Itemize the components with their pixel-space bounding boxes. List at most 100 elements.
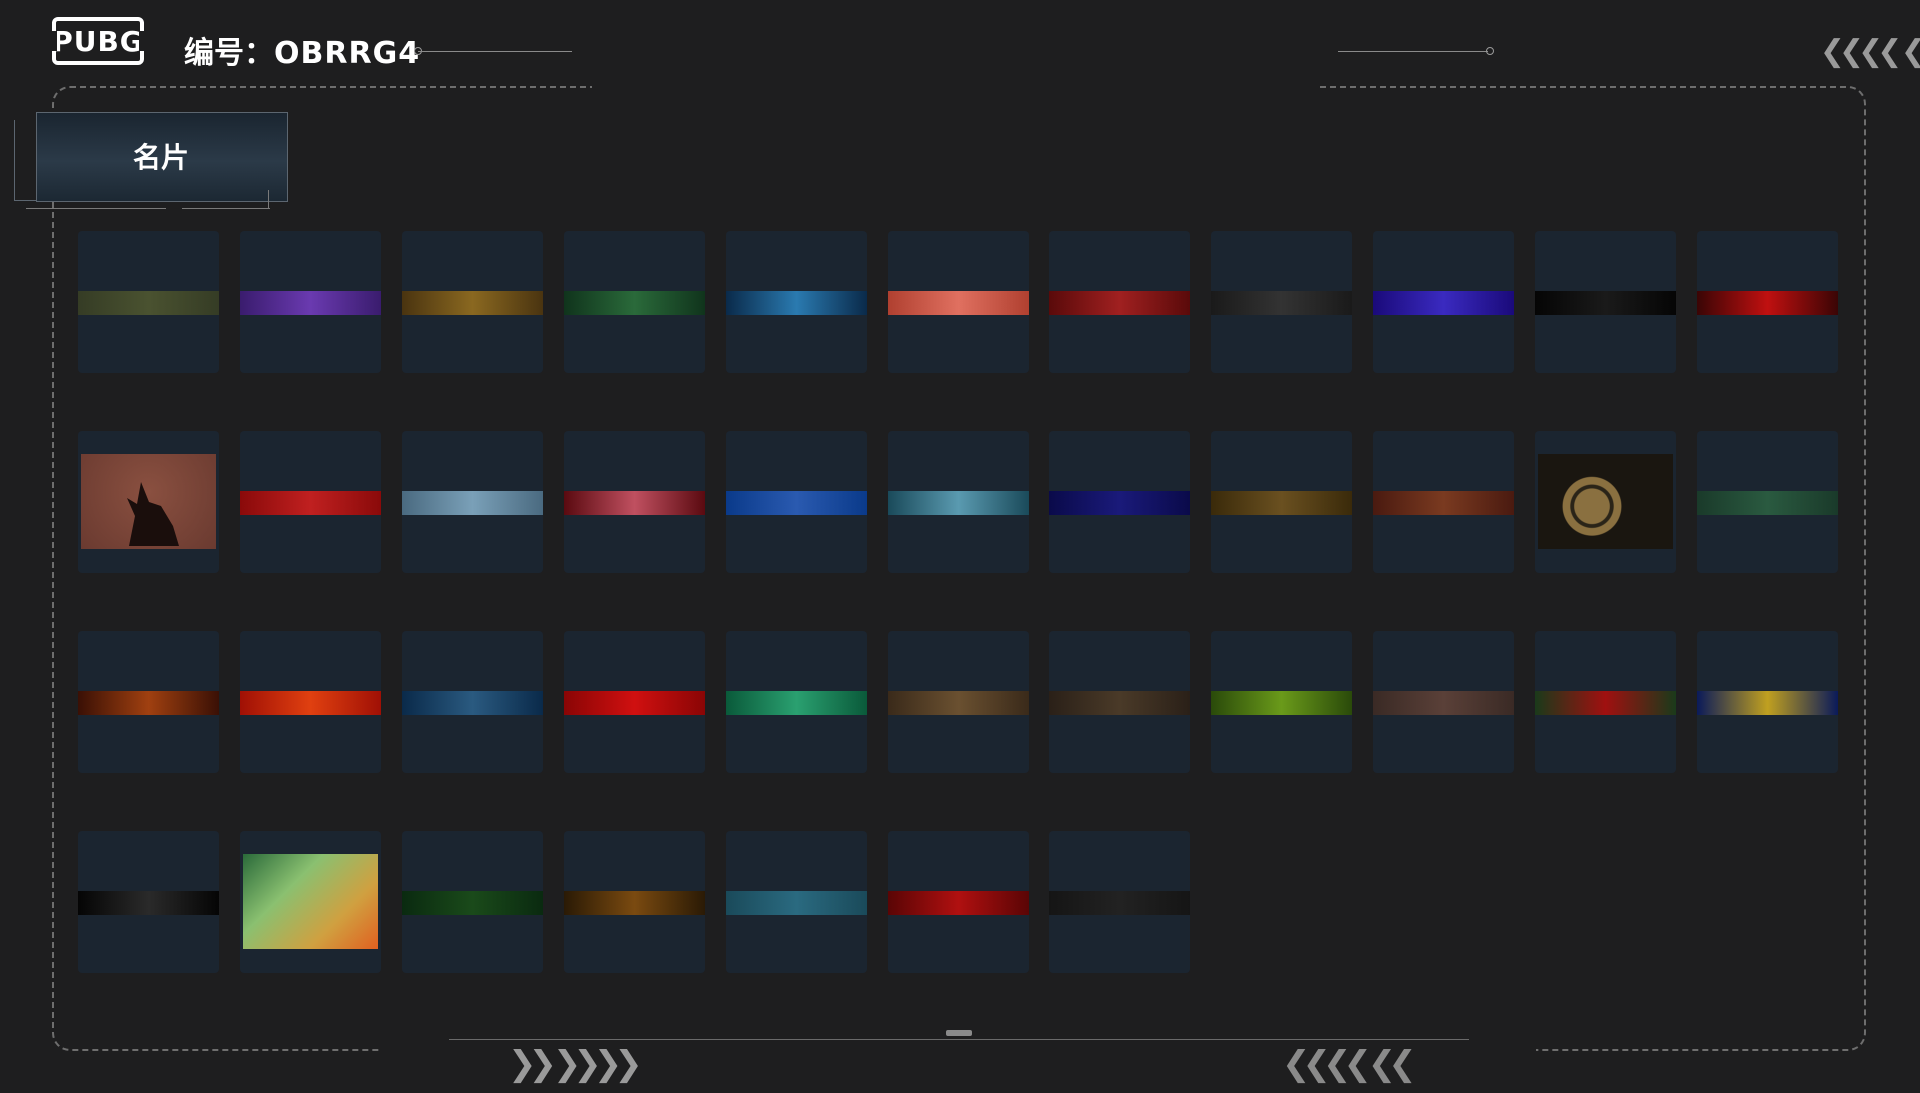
name-card-banner [726,491,867,515]
name-card-item[interactable] [1535,231,1676,373]
name-card-item[interactable] [78,831,219,973]
name-card-banner [1049,691,1190,715]
name-card-banner [402,491,543,515]
name-card-item[interactable] [1535,631,1676,773]
name-card-banner [1049,891,1190,915]
name-card-item[interactable] [726,231,867,373]
pubg-logo-text: PUBG [52,24,144,58]
name-card-banner [564,291,705,315]
name-card-item[interactable] [564,831,705,973]
name-card-banner [1697,491,1838,515]
name-card-item[interactable] [1049,831,1190,973]
name-card-banner [1049,491,1190,515]
name-card-banner [888,891,1029,915]
name-card-banner [1049,291,1190,315]
name-card-banner [888,491,1029,515]
name-card-banner [564,691,705,715]
player-id-label: 编号：OBRRG4 [184,28,420,72]
name-card-item[interactable] [1373,231,1514,373]
tab-deco-line [26,208,166,209]
frame-gap-top [592,80,1316,94]
name-card-banner [1373,291,1514,315]
name-card-item[interactable] [888,231,1029,373]
name-card-item[interactable] [240,831,381,973]
player-id-code: OBRRG4 [274,36,421,71]
name-card-banner [402,691,543,715]
name-card-banner [564,491,705,515]
tab-deco-line [182,208,270,209]
name-card-banner [1373,691,1514,715]
tab-label: 名片 [132,141,189,174]
scroll-thumb[interactable] [946,1030,972,1036]
name-card-item[interactable] [402,831,543,973]
name-card-item[interactable] [1211,431,1352,573]
name-card-item[interactable] [1211,631,1352,773]
name-card-banner [1535,691,1676,715]
name-card-item[interactable] [1697,631,1838,773]
name-card-item[interactable] [564,631,705,773]
header-line-right [1338,51,1488,52]
player-id-prefix: 编号： [184,36,274,71]
name-card-item[interactable] [726,631,867,773]
name-card-banner [1535,291,1676,315]
name-card-image [1538,454,1673,549]
name-card-banner [78,291,219,315]
name-card-banner [1697,691,1838,715]
name-card-banner [402,291,543,315]
name-card-item[interactable] [1697,231,1838,373]
name-card-item[interactable] [1373,631,1514,773]
name-card-item[interactable] [726,831,867,973]
name-card-item[interactable] [78,631,219,773]
name-card-banner [726,291,867,315]
name-card-image [243,854,378,949]
name-card-banner [726,891,867,915]
name-card-item[interactable] [78,431,219,573]
chevron-right-icon: ❯❯ ❯❯❯❯ [508,1044,643,1084]
name-card-banner [564,891,705,915]
name-card-image [81,454,216,549]
name-card-banner [888,691,1029,715]
name-card-banner [240,491,381,515]
chevron-left-icon: ❮❮❮❮ ❮❮ [1282,1044,1417,1084]
name-card-banner [1697,291,1838,315]
name-card-banner [402,891,543,915]
tab-name-card[interactable]: 名片 [6,104,296,212]
name-card-item[interactable] [564,231,705,373]
name-card-item[interactable] [726,431,867,573]
name-card-item[interactable] [402,231,543,373]
name-card-banner [78,891,219,915]
name-card-item[interactable] [1535,431,1676,573]
name-card-item[interactable] [1211,231,1352,373]
scroll-track[interactable] [449,1039,1469,1040]
header-line-left [418,51,572,52]
name-card-item[interactable] [1373,431,1514,573]
name-card-item[interactable] [78,231,219,373]
name-card-item[interactable] [1049,431,1190,573]
name-card-item[interactable] [402,431,543,573]
name-card-item[interactable] [240,431,381,573]
name-card-banner [1211,691,1352,715]
pubg-logo: PUBG [51,17,145,65]
name-card-banner [726,691,867,715]
header-line-dot-right [1486,47,1494,55]
name-card-item[interactable] [564,431,705,573]
name-card-banner [1211,491,1352,515]
name-card-banner [78,691,219,715]
name-card-item[interactable] [240,631,381,773]
name-card-banner [888,291,1029,315]
chevron-left-icon[interactable]: ❮❮❮❮ ❮ [1820,34,1920,69]
name-card-item[interactable] [888,431,1029,573]
wolf-icon [127,482,179,546]
name-card-item[interactable] [1049,631,1190,773]
name-card-item[interactable] [402,631,543,773]
tab-deco-line [268,190,269,208]
name-card-banner [1211,291,1352,315]
name-card-banner [1373,491,1514,515]
name-card-item[interactable] [240,231,381,373]
name-card-item[interactable] [888,631,1029,773]
name-card-item[interactable] [888,831,1029,973]
name-card-banner [240,691,381,715]
name-card-banner [240,291,381,315]
name-card-item[interactable] [1697,431,1838,573]
name-card-item[interactable] [1049,231,1190,373]
